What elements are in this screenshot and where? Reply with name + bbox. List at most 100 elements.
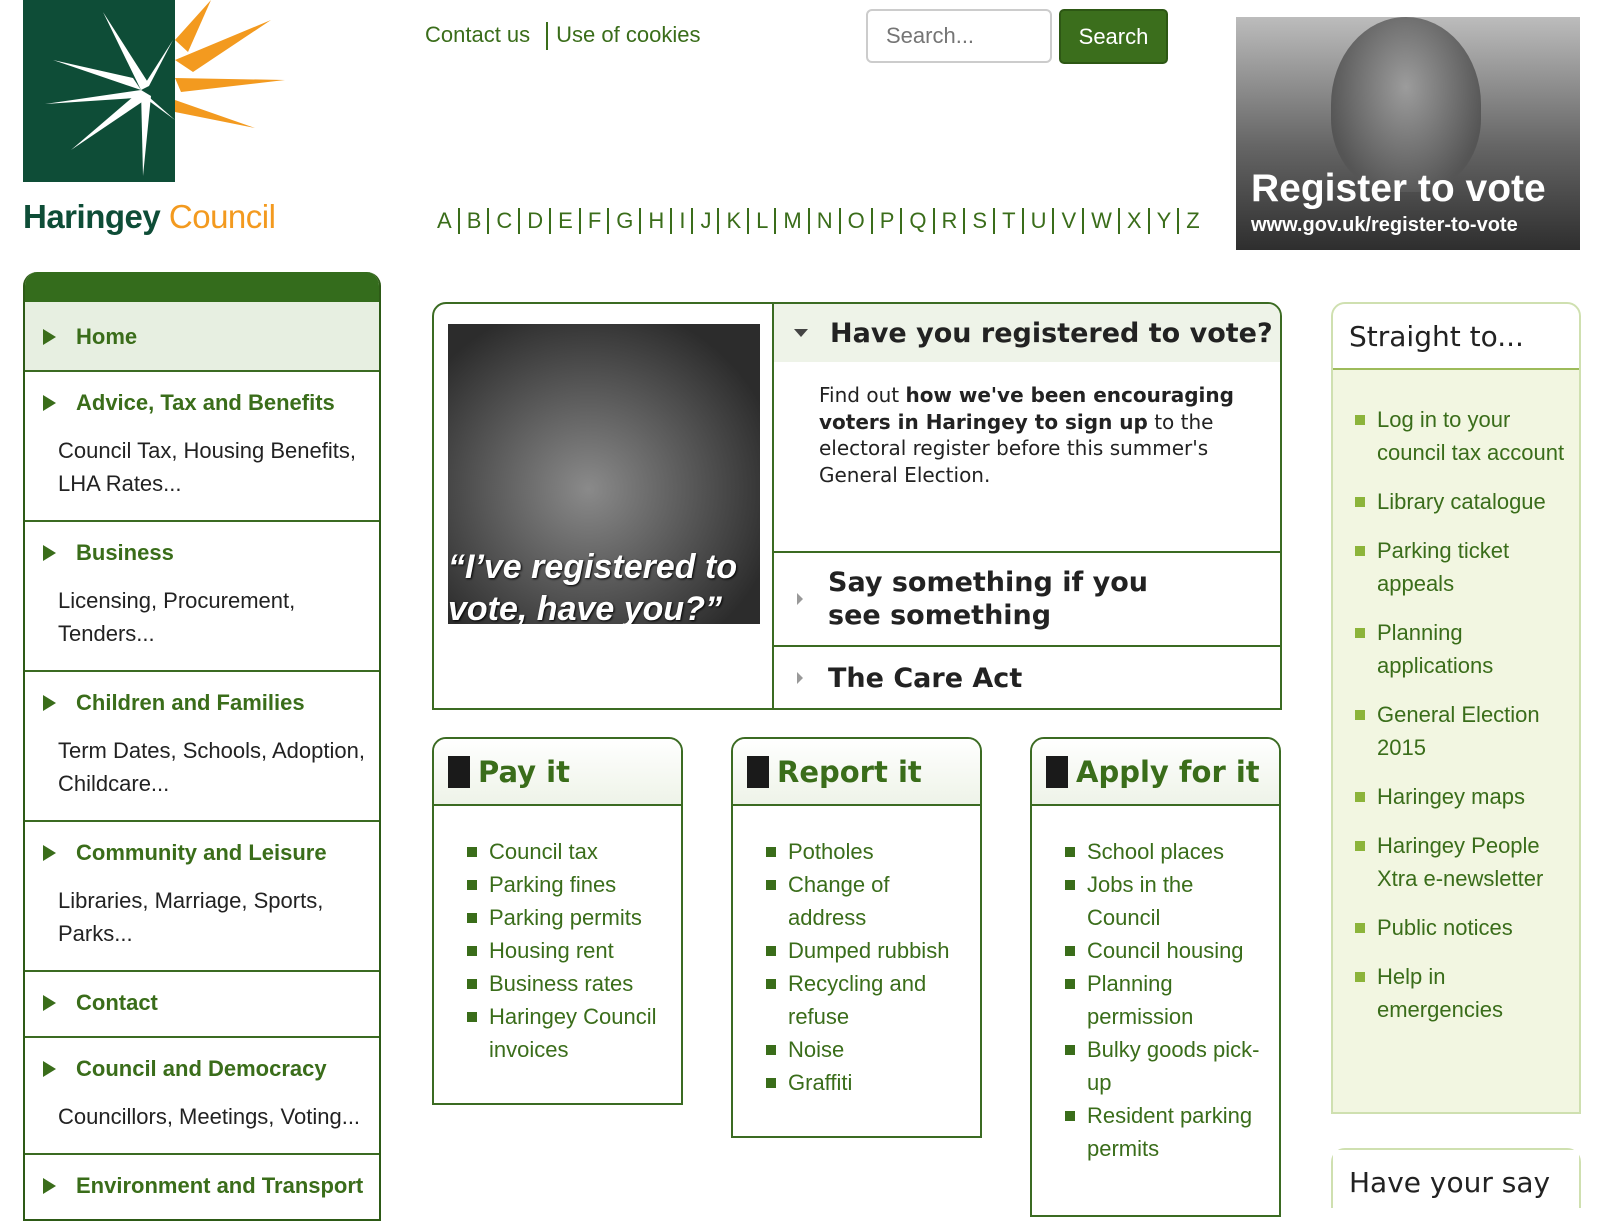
az-link[interactable]: D bbox=[518, 208, 549, 234]
nav-item-environment-transport[interactable]: Environment and Transport bbox=[25, 1153, 379, 1219]
accordion-header-care-act[interactable]: The Care Act bbox=[774, 645, 1280, 708]
list-item: Dumped rubbish bbox=[766, 934, 970, 967]
straight-to-list: Log in to your council tax account Libra… bbox=[1333, 370, 1579, 1026]
nav-item-title[interactable]: Contact bbox=[76, 990, 158, 1016]
list-item: School places bbox=[1065, 835, 1269, 868]
report-it-link[interactable]: Report it bbox=[777, 755, 922, 789]
az-link[interactable]: X bbox=[1117, 208, 1148, 234]
help-in-emergencies-link[interactable]: Help in emergencies bbox=[1377, 960, 1571, 1026]
register-to-vote-banner[interactable]: Register to vote www.gov.uk/register-to-… bbox=[1236, 17, 1580, 250]
apply-for-it-link[interactable]: Apply for it bbox=[1076, 755, 1260, 789]
az-link[interactable]: G bbox=[607, 208, 639, 234]
pay-it-box: Pay it Council tax Parking fines Parking… bbox=[432, 737, 683, 1105]
list-item: Public notices bbox=[1355, 911, 1571, 944]
public-notices-link[interactable]: Public notices bbox=[1377, 911, 1513, 944]
pay-parking-permits-link[interactable]: Parking permits bbox=[489, 901, 642, 934]
az-link[interactable]: Y bbox=[1147, 208, 1178, 234]
apply-jobs-link[interactable]: Jobs in the Council bbox=[1087, 868, 1269, 934]
triangle-right-icon bbox=[43, 845, 56, 861]
parking-ticket-appeals-link[interactable]: Parking ticket appeals bbox=[1377, 534, 1571, 600]
banner-url: www.gov.uk/register-to-vote bbox=[1251, 214, 1518, 236]
az-link[interactable]: S bbox=[963, 208, 993, 234]
haringey-maps-link[interactable]: Haringey maps bbox=[1377, 780, 1525, 813]
az-link[interactable]: H bbox=[639, 208, 670, 234]
nav-item-council-democracy[interactable]: Council and Democracy Councillors, Meeti… bbox=[25, 1036, 379, 1153]
accordion-header-open[interactable]: Have you registered to vote? bbox=[774, 304, 1280, 362]
apply-council-housing-link[interactable]: Council housing bbox=[1087, 934, 1244, 967]
az-link[interactable]: M bbox=[774, 208, 807, 234]
nav-item-home[interactable]: Home bbox=[25, 302, 379, 370]
report-potholes-link[interactable]: Potholes bbox=[788, 835, 874, 868]
az-link[interactable]: U bbox=[1021, 208, 1053, 234]
az-link[interactable]: K bbox=[717, 208, 747, 234]
use-of-cookies-link[interactable]: Use of cookies bbox=[556, 22, 712, 50]
az-link[interactable]: O bbox=[838, 208, 871, 234]
nav-header-bar bbox=[25, 272, 379, 302]
list-item: Parking ticket appeals bbox=[1355, 534, 1571, 600]
triangle-down-icon bbox=[794, 329, 808, 337]
az-link[interactable]: A bbox=[437, 208, 458, 234]
list-item: Council housing bbox=[1065, 934, 1269, 967]
pay-it-link[interactable]: Pay it bbox=[478, 755, 570, 789]
apply-school-places-link[interactable]: School places bbox=[1087, 835, 1224, 868]
nav-item-community-leisure[interactable]: Community and Leisure Libraries, Marriag… bbox=[25, 820, 379, 970]
council-tax-account-link[interactable]: Log in to your council tax account bbox=[1377, 403, 1571, 469]
nav-item-title[interactable]: Council and Democracy bbox=[76, 1056, 327, 1082]
have-your-say-panel: Have your say bbox=[1331, 1148, 1581, 1214]
az-link[interactable]: I bbox=[670, 208, 691, 234]
report-graffiti-link[interactable]: Graffiti bbox=[788, 1066, 852, 1099]
straight-to-title: Straight to... bbox=[1333, 304, 1579, 370]
az-link[interactable]: R bbox=[932, 208, 964, 234]
library-catalogue-link[interactable]: Library catalogue bbox=[1377, 485, 1546, 518]
accordion-title: Say something if you see something bbox=[828, 567, 1149, 631]
az-link[interactable]: B bbox=[457, 208, 488, 234]
apply-bulky-goods-link[interactable]: Bulky goods pick-up bbox=[1087, 1033, 1269, 1099]
az-link[interactable]: F bbox=[578, 208, 607, 234]
az-link[interactable]: Z bbox=[1177, 208, 1205, 234]
report-noise-link[interactable]: Noise bbox=[788, 1033, 844, 1066]
nav-item-title[interactable]: Business bbox=[76, 540, 174, 566]
pay-housing-rent-link[interactable]: Housing rent bbox=[489, 934, 614, 967]
az-link[interactable]: E bbox=[549, 208, 579, 234]
az-link[interactable]: Q bbox=[900, 208, 932, 234]
az-link[interactable]: W bbox=[1082, 208, 1118, 234]
nav-item-advice-tax-benefits[interactable]: Advice, Tax and Benefits Council Tax, Ho… bbox=[25, 370, 379, 520]
list-item: Parking permits bbox=[467, 901, 671, 934]
haringey-council-logo[interactable]: Haringey Council bbox=[23, 0, 293, 245]
contact-us-link[interactable]: Contact us bbox=[425, 22, 542, 50]
az-link[interactable]: V bbox=[1052, 208, 1082, 234]
nav-item-title[interactable]: Children and Families bbox=[76, 690, 305, 716]
nav-item-business[interactable]: Business Licensing, Procurement, Tenders… bbox=[25, 520, 379, 670]
az-link[interactable]: L bbox=[747, 208, 774, 234]
search-button[interactable]: Search bbox=[1059, 9, 1168, 64]
search-input[interactable] bbox=[866, 9, 1052, 63]
az-link[interactable]: T bbox=[993, 208, 1021, 234]
planning-applications-link[interactable]: Planning applications bbox=[1377, 616, 1571, 682]
utility-links: Contact us Use of cookies bbox=[425, 22, 712, 50]
az-link[interactable]: P bbox=[870, 208, 901, 234]
az-link[interactable]: C bbox=[487, 208, 518, 234]
nav-item-title[interactable]: Community and Leisure bbox=[76, 840, 327, 866]
accordion-header-say-something[interactable]: Say something if you see something bbox=[774, 551, 1280, 645]
feature-photo[interactable]: “I’ve registered to vote, have you?” bbox=[448, 324, 760, 624]
nav-item-contact[interactable]: Contact bbox=[25, 970, 379, 1036]
apply-resident-parking-link[interactable]: Resident parking permits bbox=[1087, 1099, 1269, 1165]
pay-council-tax-link[interactable]: Council tax bbox=[489, 835, 598, 868]
nav-item-title[interactable]: Advice, Tax and Benefits bbox=[76, 390, 335, 416]
nav-item-title[interactable]: Environment and Transport bbox=[76, 1173, 363, 1199]
report-dumped-rubbish-link[interactable]: Dumped rubbish bbox=[788, 934, 949, 967]
report-change-of-address-link[interactable]: Change of address bbox=[788, 868, 970, 934]
az-link[interactable]: N bbox=[807, 208, 839, 234]
report-it-header: Report it bbox=[733, 739, 980, 806]
apply-planning-permission-link[interactable]: Planning permission bbox=[1087, 967, 1269, 1033]
az-link[interactable]: J bbox=[691, 208, 717, 234]
pay-parking-fines-link[interactable]: Parking fines bbox=[489, 868, 616, 901]
nav-item-title[interactable]: Home bbox=[76, 324, 137, 350]
pay-business-rates-link[interactable]: Business rates bbox=[489, 967, 633, 1000]
newsletter-link[interactable]: Haringey People Xtra e-newsletter bbox=[1377, 829, 1571, 895]
nav-item-summary: Libraries, Marriage, Sports, Parks... bbox=[58, 888, 324, 946]
report-recycling-link[interactable]: Recycling and refuse bbox=[788, 967, 970, 1033]
general-election-link[interactable]: General Election 2015 bbox=[1377, 698, 1571, 764]
pay-invoices-link[interactable]: Haringey Council invoices bbox=[489, 1000, 671, 1066]
nav-item-children-families[interactable]: Children and Families Term Dates, School… bbox=[25, 670, 379, 820]
